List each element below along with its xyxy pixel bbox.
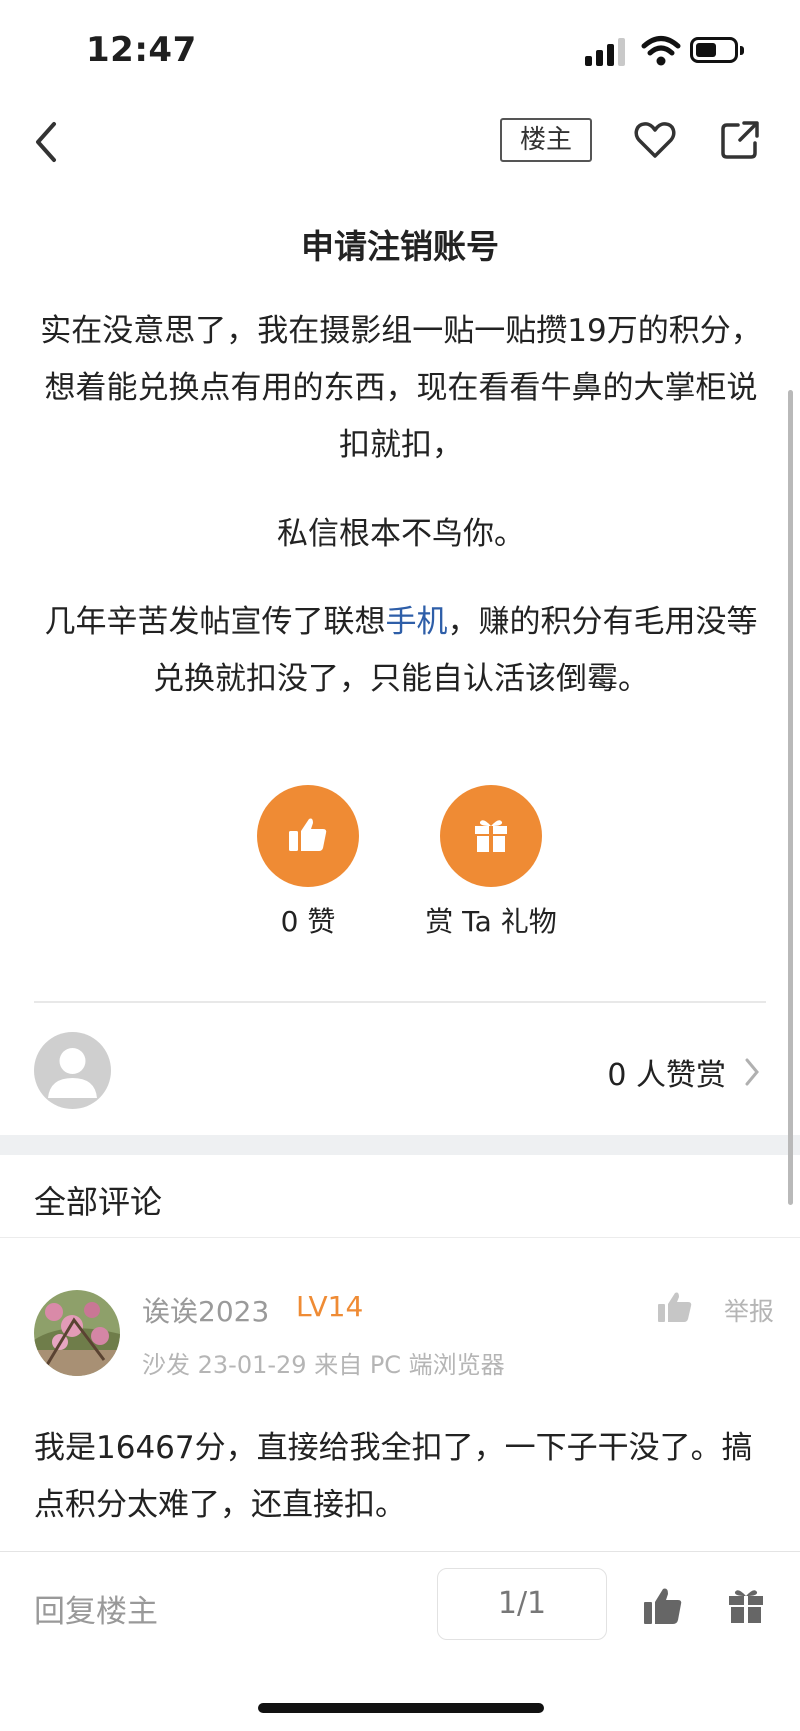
- default-avatar-icon: [34, 1032, 111, 1109]
- owner-only-filter-button[interactable]: 楼主: [500, 118, 592, 162]
- like-post-button[interactable]: [257, 785, 359, 887]
- status-time: 12:47: [86, 30, 197, 70]
- post-text: 几年辛苦发帖宣传了联想: [44, 604, 386, 640]
- comment-body: 我是16467分，直接给我全扣了，一下子干没了。搞点积分太难了，还直接扣。: [34, 1430, 753, 1523]
- gift-icon[interactable]: [726, 1585, 766, 1625]
- product-link[interactable]: 手机: [386, 604, 448, 640]
- comment-like-icon[interactable]: [656, 1290, 694, 1324]
- section-separator: [0, 1135, 800, 1155]
- wifi-icon: [641, 36, 681, 66]
- home-indicator[interactable]: [258, 1703, 544, 1713]
- post-paragraph: 实在没意思了，我在摄影组一贴一贴攒19万的积分，想着能兑换点有用的东西，现在看看…: [40, 313, 762, 463]
- comment-username[interactable]: 诶诶2023: [142, 1290, 269, 1330]
- page-indicator-button[interactable]: 1/1: [437, 1568, 607, 1640]
- divider: [0, 1237, 800, 1238]
- cellular-signal-icon: [585, 38, 627, 66]
- favorite-heart-icon[interactable]: [633, 118, 677, 162]
- divider: [34, 1001, 766, 1003]
- like-count-label: 0 赞: [280, 905, 336, 938]
- comment-meta: 沙发 23-01-29 来自 PC 端浏览器: [142, 1351, 505, 1379]
- share-icon[interactable]: [718, 118, 762, 162]
- gift-label: 赏 Ta 礼物: [425, 905, 557, 938]
- all-comments-header: 全部评论: [34, 1183, 163, 1221]
- battery-icon: [690, 37, 744, 63]
- gift-icon: [475, 820, 507, 852]
- reply-input[interactable]: 回复楼主: [34, 1586, 158, 1631]
- send-gift-button[interactable]: [440, 785, 542, 887]
- post-paragraph: 几年辛苦发帖宣传了联想手机，赚的积分有毛用没等兑换就扣没了，只能自认活该倒霉。: [34, 594, 768, 708]
- thumbs-up-icon: [289, 818, 327, 851]
- post-paragraph: 私信根本不鸟你。: [277, 516, 525, 552]
- thumbs-up-icon[interactable]: [642, 1586, 684, 1626]
- user-level-badge: LV14: [296, 1290, 364, 1323]
- chevron-right-icon[interactable]: [742, 1056, 762, 1088]
- post-title: 申请注销账号: [301, 227, 499, 266]
- reward-count-link[interactable]: 0 人赞赏: [607, 1050, 726, 1094]
- report-button[interactable]: 举报: [724, 1292, 774, 1328]
- commenter-avatar[interactable]: [34, 1290, 120, 1376]
- back-arrow-icon[interactable]: [26, 118, 66, 166]
- scrollbar[interactable]: [788, 390, 793, 1205]
- divider: [0, 1551, 800, 1552]
